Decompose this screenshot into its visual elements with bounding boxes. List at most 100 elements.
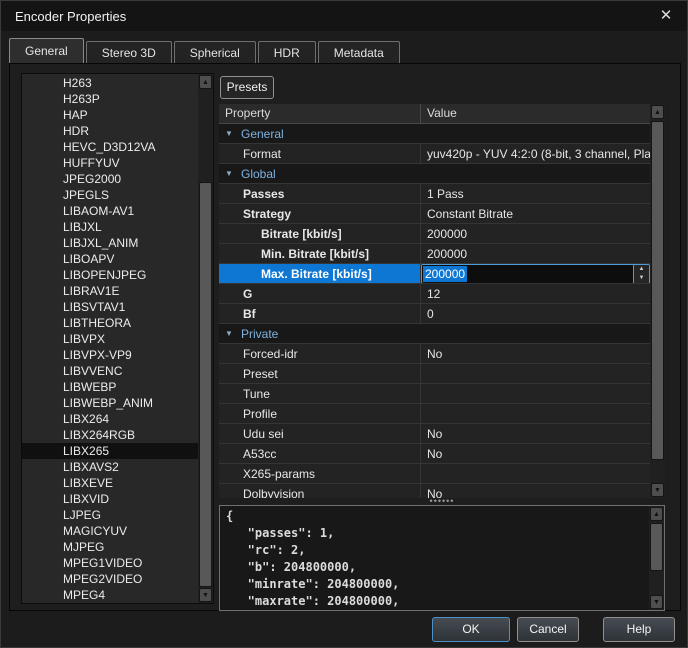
value-cell[interactable]: 200000 — [421, 244, 650, 263]
json-editor-scrollbar[interactable]: ▲ ▼ — [649, 506, 664, 610]
property-cell[interactable]: A53cc — [219, 444, 421, 463]
cancel-button[interactable]: Cancel — [517, 617, 579, 642]
property-cell[interactable]: G — [219, 284, 421, 303]
spin-up-icon[interactable]: ▲ — [634, 265, 649, 274]
tab-stereo-3d[interactable]: Stereo 3D — [86, 41, 172, 64]
list-item[interactable]: LIBTHEORA — [22, 315, 198, 331]
value-cell[interactable]: 200000 — [421, 224, 650, 243]
property-cell[interactable]: X265-params — [219, 464, 421, 483]
property-cell[interactable]: Bitrate [kbit/s] — [219, 224, 421, 243]
value-cell[interactable]: No — [421, 424, 650, 443]
list-item[interactable]: LIBVPX — [22, 331, 198, 347]
tab-hdr[interactable]: HDR — [258, 41, 316, 64]
table-row[interactable]: Tune — [219, 384, 650, 404]
list-item[interactable]: LIBRAV1E — [22, 283, 198, 299]
collapse-arrow-icon[interactable]: ▼ — [225, 324, 241, 343]
property-cell[interactable]: Bf — [219, 304, 421, 323]
list-item[interactable]: LIBVPX-VP9 — [22, 347, 198, 363]
list-item[interactable]: LIBAOM-AV1 — [22, 203, 198, 219]
table-row[interactable]: Passes1 Pass — [219, 184, 650, 204]
list-item[interactable]: HUFFYUV — [22, 155, 198, 171]
tab-metadata[interactable]: Metadata — [318, 41, 400, 64]
property-cell[interactable]: Max. Bitrate [kbit/s] — [219, 264, 421, 283]
tab-spherical[interactable]: Spherical — [174, 41, 256, 64]
encoder-list-scrollbar[interactable]: ▲ ▼ — [198, 74, 213, 603]
scroll-up-icon[interactable]: ▲ — [651, 105, 664, 119]
value-cell[interactable]: yuv420p - YUV 4:2:0 (8-bit, 3 channel, P… — [421, 144, 650, 163]
list-item[interactable]: MPEG4 — [22, 587, 198, 603]
list-item[interactable]: LIBX264 — [22, 411, 198, 427]
property-cell[interactable]: Tune — [219, 384, 421, 403]
property-cell[interactable]: Udu sei — [219, 424, 421, 443]
property-cell[interactable]: Passes — [219, 184, 421, 203]
column-header-property[interactable]: Property — [219, 104, 421, 123]
column-header-value[interactable]: Value — [421, 104, 650, 123]
table-row[interactable]: Profile — [219, 404, 650, 424]
table-scrollbar[interactable]: ▲ ▼ — [650, 104, 665, 498]
list-item[interactable]: LIBOPENJPEG — [22, 267, 198, 283]
tab-general[interactable]: General — [9, 38, 84, 64]
table-row[interactable]: Max. Bitrate [kbit/s]200000▲▼ — [219, 264, 650, 284]
list-item[interactable]: MPEG2VIDEO — [22, 571, 198, 587]
property-cell[interactable]: Preset — [219, 364, 421, 383]
json-editor[interactable]: { "passes": 1, "rc": 2, "b": 204800000, … — [219, 505, 665, 611]
scroll-down-icon[interactable]: ▼ — [651, 483, 664, 497]
collapse-arrow-icon[interactable]: ▼ — [225, 124, 241, 143]
list-item[interactable]: LIBXEVE — [22, 475, 198, 491]
value-cell[interactable]: No — [421, 444, 650, 463]
list-item[interactable]: MJPEG — [22, 539, 198, 555]
list-item[interactable]: HEVC_D3D12VA — [22, 139, 198, 155]
list-item[interactable]: LIBOAPV — [22, 251, 198, 267]
list-item[interactable]: HDR — [22, 123, 198, 139]
value-cell[interactable] — [421, 364, 650, 383]
list-item[interactable]: LIBWEBP — [22, 379, 198, 395]
table-row[interactable]: Preset — [219, 364, 650, 384]
value-cell[interactable]: 0 — [421, 304, 650, 323]
scroll-up-icon[interactable]: ▲ — [650, 507, 663, 521]
scroll-up-icon[interactable]: ▲ — [199, 75, 212, 89]
presets-button[interactable]: Presets — [220, 76, 274, 99]
scroll-down-icon[interactable]: ▼ — [199, 588, 212, 602]
list-item[interactable]: LIBXVID — [22, 491, 198, 507]
property-cell[interactable]: Forced-idr — [219, 344, 421, 363]
json-editor-text[interactable]: { "passes": 1, "rc": 2, "b": 204800000, … — [220, 506, 649, 611]
property-cell[interactable]: Profile — [219, 404, 421, 423]
close-icon[interactable]: ✕ — [655, 6, 677, 26]
table-row[interactable]: Bf0 — [219, 304, 650, 324]
list-item[interactable]: LJPEG — [22, 507, 198, 523]
property-cell[interactable]: Format — [219, 144, 421, 163]
list-item[interactable]: LIBXAVS2 — [22, 459, 198, 475]
group-row[interactable]: ▼Global — [219, 164, 650, 184]
value-cell[interactable]: 200000▲▼ — [421, 264, 650, 283]
list-item[interactable]: LIBJXL — [22, 219, 198, 235]
value-cell[interactable]: No — [421, 344, 650, 363]
property-cell[interactable]: Min. Bitrate [kbit/s] — [219, 244, 421, 263]
scrollbar-thumb[interactable] — [651, 121, 664, 460]
value-cell[interactable] — [421, 384, 650, 403]
help-button[interactable]: Help — [603, 617, 675, 642]
list-item[interactable]: MPEG1VIDEO — [22, 555, 198, 571]
list-item[interactable]: MAGICYUV — [22, 523, 198, 539]
collapse-arrow-icon[interactable]: ▼ — [225, 164, 241, 183]
table-row[interactable]: Forced-idrNo — [219, 344, 650, 364]
value-cell[interactable]: 12 — [421, 284, 650, 303]
table-row[interactable]: Min. Bitrate [kbit/s]200000 — [219, 244, 650, 264]
list-item[interactable]: LIBSVTAV1 — [22, 299, 198, 315]
table-row[interactable]: Udu seiNo — [219, 424, 650, 444]
list-item[interactable]: JPEG2000 — [22, 171, 198, 187]
list-item[interactable]: LIBX264RGB — [22, 427, 198, 443]
group-row[interactable]: ▼General — [219, 124, 650, 144]
scroll-down-icon[interactable]: ▼ — [650, 595, 663, 609]
value-spinbox-input[interactable]: 200000▲▼ — [421, 264, 650, 283]
table-row[interactable]: G12 — [219, 284, 650, 304]
list-item[interactable]: LIBVVENC — [22, 363, 198, 379]
list-item[interactable]: H263P — [22, 91, 198, 107]
list-item[interactable]: LIBWEBP_ANIM — [22, 395, 198, 411]
list-item[interactable]: JPEGLS — [22, 187, 198, 203]
splitter-handle[interactable]: •••••• — [219, 498, 665, 505]
property-cell[interactable]: Dolbyvision — [219, 484, 421, 498]
group-row[interactable]: ▼Private — [219, 324, 650, 344]
table-row[interactable]: Formatyuv420p - YUV 4:2:0 (8-bit, 3 chan… — [219, 144, 650, 164]
value-cell[interactable] — [421, 464, 650, 483]
list-item[interactable]: LIBJXL_ANIM — [22, 235, 198, 251]
